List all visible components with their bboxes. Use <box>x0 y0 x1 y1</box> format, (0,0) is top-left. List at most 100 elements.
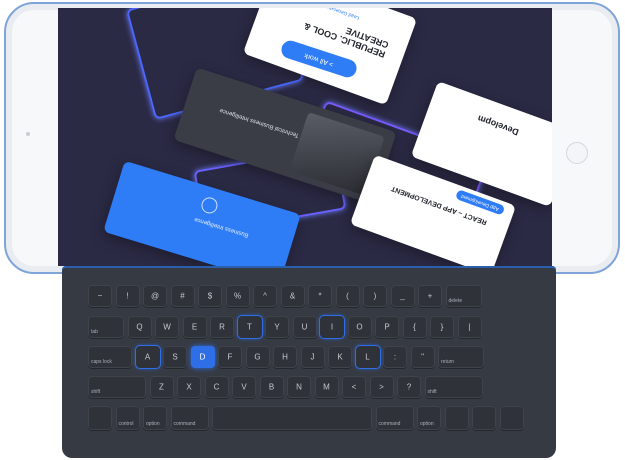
key-s[interactable]: S <box>163 346 187 368</box>
key-v[interactable]: V <box>232 376 256 398</box>
key-blank[interactable] <box>444 406 469 430</box>
key-tab[interactable]: tab <box>88 316 124 338</box>
key-x[interactable]: X <box>177 376 201 398</box>
key-sym[interactable]: * <box>308 285 332 307</box>
key-k[interactable]: K <box>328 346 352 368</box>
key-sym[interactable]: : <box>383 346 407 368</box>
key-sym[interactable]: ( <box>335 285 360 307</box>
key-label: Y <box>274 322 280 332</box>
key-f[interactable]: F <box>218 346 242 368</box>
key-o[interactable]: O <box>347 316 372 338</box>
key-sym[interactable]: < <box>342 376 366 398</box>
key-sym[interactable]: _ <box>390 285 415 307</box>
key-g[interactable]: G <box>245 346 270 368</box>
key-y[interactable]: Y <box>265 316 289 338</box>
key-r[interactable]: R <box>210 316 234 338</box>
key-label: O <box>356 322 363 332</box>
key-c[interactable]: C <box>204 376 229 398</box>
key-sym[interactable]: + <box>418 285 442 307</box>
key-label: A <box>144 352 151 362</box>
key-label: K <box>337 352 343 362</box>
key-blank[interactable] <box>472 406 496 430</box>
key-z[interactable]: Z <box>149 376 174 398</box>
key-shift[interactable]: shift <box>88 376 146 398</box>
front-camera <box>26 132 30 136</box>
key-sym[interactable]: ! <box>115 285 140 307</box>
key-sym[interactable]: " <box>410 346 435 368</box>
key-label: M <box>323 382 330 392</box>
key-label: command <box>378 421 401 427</box>
key-option[interactable]: option <box>417 406 441 430</box>
key-label: F <box>227 352 233 362</box>
key-label: ! <box>126 291 129 301</box>
key-option[interactable]: option <box>143 406 167 430</box>
key-control[interactable]: control <box>115 406 140 430</box>
key-b[interactable]: B <box>259 376 284 398</box>
key-label: shift <box>91 389 101 395</box>
key-label: G <box>254 352 261 362</box>
key-label: @ <box>150 291 160 301</box>
key-sym[interactable]: $ <box>198 285 222 307</box>
key-label: B <box>268 382 275 392</box>
key-label: J <box>310 352 315 362</box>
key-caps-lock[interactable]: caps lock <box>88 346 132 368</box>
card-title: Technical Business Intelligence <box>218 106 300 139</box>
key-sym[interactable]: @ <box>143 285 167 307</box>
key-sym[interactable]: } <box>430 316 454 338</box>
key-sym[interactable]: % <box>225 285 250 307</box>
key-sym[interactable]: ? <box>397 376 421 398</box>
key-w[interactable]: W <box>155 316 179 338</box>
key-return[interactable]: return <box>438 346 484 368</box>
key-label: * <box>318 291 322 301</box>
key-a[interactable]: A <box>135 346 160 368</box>
key-label: ~ <box>97 291 103 301</box>
key-label: V <box>241 382 247 392</box>
key-label: Q <box>136 322 143 332</box>
key-t[interactable]: T <box>237 316 262 338</box>
key-blank[interactable] <box>88 406 112 430</box>
key-label: Z <box>159 382 164 392</box>
key-j[interactable]: J <box>300 346 325 368</box>
key-d[interactable]: D <box>190 346 215 368</box>
key-q[interactable]: Q <box>127 316 152 338</box>
key-shift[interactable]: shift <box>424 376 483 398</box>
key-command[interactable]: command <box>375 406 414 430</box>
key-label: return <box>441 359 455 365</box>
key-sym[interactable]: > <box>369 376 394 398</box>
key-blank[interactable] <box>212 406 372 430</box>
key-label: < <box>351 382 357 392</box>
key-label: P <box>384 322 390 332</box>
key-p[interactable]: P <box>375 316 399 338</box>
home-button[interactable] <box>566 142 588 164</box>
key-label: T <box>247 322 252 332</box>
key-sym[interactable]: ^ <box>253 285 277 307</box>
key-m[interactable]: M <box>314 376 339 398</box>
key-n[interactable]: N <box>287 376 311 398</box>
tablet-screen: REPUBLIC. COOL & CREATIVE Lead Generatio… <box>58 8 552 266</box>
card-title: Developm <box>476 113 521 138</box>
key-label: H <box>282 352 288 362</box>
key-label: S <box>172 352 178 362</box>
key-l[interactable]: L <box>355 346 380 368</box>
key-label: command <box>173 421 196 427</box>
key-sym[interactable]: ) <box>363 285 387 307</box>
key-sym[interactable]: # <box>170 285 195 307</box>
key-sym[interactable]: & <box>280 285 305 307</box>
key-blank[interactable] <box>499 406 524 430</box>
key-u[interactable]: U <box>292 316 317 338</box>
key-label: > <box>379 382 384 392</box>
key-sym[interactable]: | <box>457 316 482 338</box>
key-sym[interactable]: { <box>402 316 427 338</box>
key-sym[interactable]: ~ <box>88 285 112 307</box>
key-command[interactable]: command <box>170 406 209 430</box>
key-label: U <box>301 322 308 332</box>
key-h[interactable]: H <box>273 346 297 368</box>
key-label: _ <box>400 291 405 301</box>
key-label: control <box>118 421 134 427</box>
key-label: W <box>163 322 171 332</box>
key-e[interactable]: E <box>182 316 207 338</box>
key-label: D <box>199 352 206 362</box>
key-i[interactable]: I <box>320 316 344 338</box>
key-delete[interactable]: delete <box>445 285 482 307</box>
key-label: } <box>440 322 444 332</box>
